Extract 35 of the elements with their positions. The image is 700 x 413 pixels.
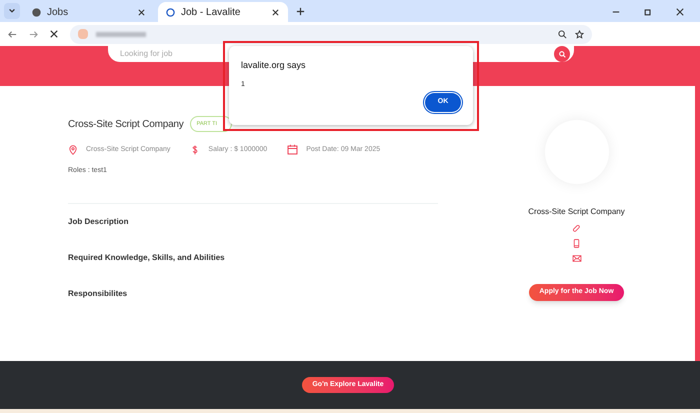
zoom-icon[interactable]: [558, 30, 567, 38]
section-heading: Required Knowledge, Skills, and Abilities: [68, 252, 226, 264]
new-tab-icon[interactable]: [296, 7, 305, 16]
calendar-icon: [287, 144, 298, 156]
search-button[interactable]: [554, 46, 570, 62]
section-heading: Job Description: [68, 216, 130, 228]
location-pin-icon: [68, 144, 78, 155]
browser-tab[interactable]: Job - Lavalite: [158, 2, 288, 22]
link-icon: [572, 224, 581, 233]
search-input[interactable]: Looking for job: [120, 48, 320, 60]
stop-icon[interactable]: [50, 30, 58, 38]
phone-icon: [572, 239, 581, 248]
restore-icon[interactable]: [644, 8, 652, 16]
browser-tab[interactable]: Jobs: [24, 2, 154, 22]
tab-title: Jobs: [47, 6, 70, 20]
dollar-icon: [190, 144, 200, 155]
address-field[interactable]: [70, 24, 592, 44]
tab-title: Job - Lavalite: [181, 6, 242, 20]
search-icon: [558, 50, 566, 58]
tab-list-button[interactable]: [4, 3, 20, 19]
back-icon[interactable]: [8, 30, 17, 38]
close-icon[interactable]: [138, 8, 146, 16]
close-icon[interactable]: [676, 8, 684, 16]
section-heading: Responsibilites: [68, 288, 128, 300]
mail-icon: [572, 254, 582, 263]
star-icon[interactable]: [575, 30, 584, 38]
dialog-title: lavalite.org says: [241, 59, 307, 72]
close-icon[interactable]: [272, 8, 280, 16]
site-favicon-icon: [78, 29, 88, 39]
job-title: Cross-Site Script Company: [68, 118, 184, 132]
site-logo-icon: [166, 8, 175, 16]
blurred-url: [96, 32, 146, 36]
company-card-name: Cross-Site Script Company: [528, 206, 625, 218]
chevron-down-icon: [8, 7, 16, 15]
forward-icon[interactable]: [29, 30, 38, 38]
